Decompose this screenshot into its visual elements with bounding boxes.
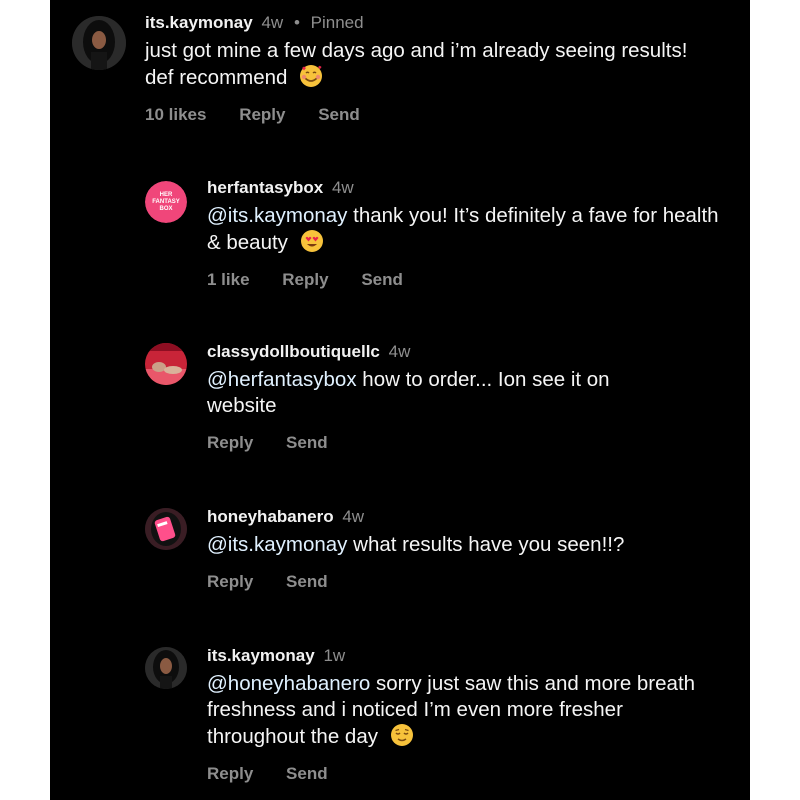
timestamp: 4w <box>261 13 284 32</box>
username[interactable]: its.kaymonay <box>145 13 253 32</box>
reply-button[interactable]: Reply <box>282 270 328 289</box>
comment-body: its.kaymonay 4w • Pinned just got mine a… <box>145 12 730 125</box>
comment-body: herfantasybox 4w @its.kaymonay thank you… <box>207 177 730 290</box>
avatar[interactable]: HER FANTASY BOX <box>145 181 187 223</box>
relieved-face-icon <box>390 724 413 746</box>
mention-link[interactable]: @herfantasybox <box>207 368 357 391</box>
mention-link[interactable]: @its.kaymonay <box>207 533 347 556</box>
comment-header: its.kaymonay 4w • Pinned <box>145 12 730 34</box>
avatar[interactable] <box>145 508 187 550</box>
comment-actions: 10 likes Reply Send <box>145 105 730 125</box>
reply-button[interactable]: Reply <box>207 764 253 783</box>
send-button[interactable]: Send <box>286 433 328 452</box>
separator-dot: • <box>293 13 300 32</box>
likes-count[interactable]: 10 likes <box>145 105 206 124</box>
comment-actions: Reply Send <box>207 764 730 784</box>
comment-body: honeyhabanero 4w @its.kaymonay what resu… <box>207 506 730 592</box>
username[interactable]: herfantasybox <box>207 178 323 197</box>
pinned-label: Pinned <box>310 13 364 32</box>
comment-text-wrap: @its.kaymonay thank you! It’s definitely… <box>207 203 727 256</box>
comment-body: classydollboutiquellc 4w @herfantasybox … <box>207 341 730 453</box>
mention-link[interactable]: @its.kaymonay <box>207 204 347 227</box>
comment-actions: 1 like Reply Send <box>207 270 730 290</box>
timestamp: 1w <box>323 646 346 665</box>
comment-text-wrap: just got mine a few days ago and i’m alr… <box>145 38 705 91</box>
avatar[interactable] <box>145 647 187 689</box>
send-button[interactable]: Send <box>361 270 403 289</box>
send-button[interactable]: Send <box>286 764 328 783</box>
brand-logo: HER FANTASY BOX <box>145 181 187 223</box>
heart-eyes-icon <box>300 230 323 252</box>
avatar[interactable] <box>145 343 187 385</box>
mention-link[interactable]: @honeyhabanero <box>207 672 370 695</box>
comment-actions: Reply Send <box>207 572 730 592</box>
username[interactable]: its.kaymonay <box>207 646 315 665</box>
reply-button[interactable]: Reply <box>239 105 285 124</box>
comment-text: what results have you seen!!? <box>353 533 625 556</box>
username[interactable]: classydollboutiquellc <box>207 342 380 361</box>
send-button[interactable]: Send <box>286 572 328 591</box>
comment-text-wrap: @herfantasybox how to order... Ion see i… <box>207 367 667 419</box>
comment-body: its.kaymonay 1w @honeyhabanero sorry jus… <box>207 645 730 784</box>
comment-actions: Reply Send <box>207 433 730 453</box>
smiling-face-with-hearts-icon <box>300 65 323 87</box>
comments-panel: its.kaymonay 4w • Pinned just got mine a… <box>50 0 750 800</box>
username[interactable]: honeyhabanero <box>207 507 334 526</box>
comment-header: honeyhabanero 4w <box>207 506 730 528</box>
reply-button[interactable]: Reply <box>207 433 253 452</box>
timestamp: 4w <box>342 507 365 526</box>
comment-header: herfantasybox 4w <box>207 177 730 199</box>
reply-button[interactable]: Reply <box>207 572 253 591</box>
comment-header: classydollboutiquellc 4w <box>207 341 730 363</box>
likes-count[interactable]: 1 like <box>207 270 250 289</box>
avatar[interactable] <box>72 16 126 70</box>
send-button[interactable]: Send <box>318 105 360 124</box>
timestamp: 4w <box>331 178 354 197</box>
comment-header: its.kaymonay 1w <box>207 645 730 667</box>
timestamp: 4w <box>388 342 411 361</box>
comment-text-wrap: @its.kaymonay what results have you seen… <box>207 532 727 558</box>
comment-text-wrap: @honeyhabanero sorry just saw this and m… <box>207 671 697 750</box>
comment-text: just got mine a few days ago and i’m alr… <box>145 39 688 89</box>
